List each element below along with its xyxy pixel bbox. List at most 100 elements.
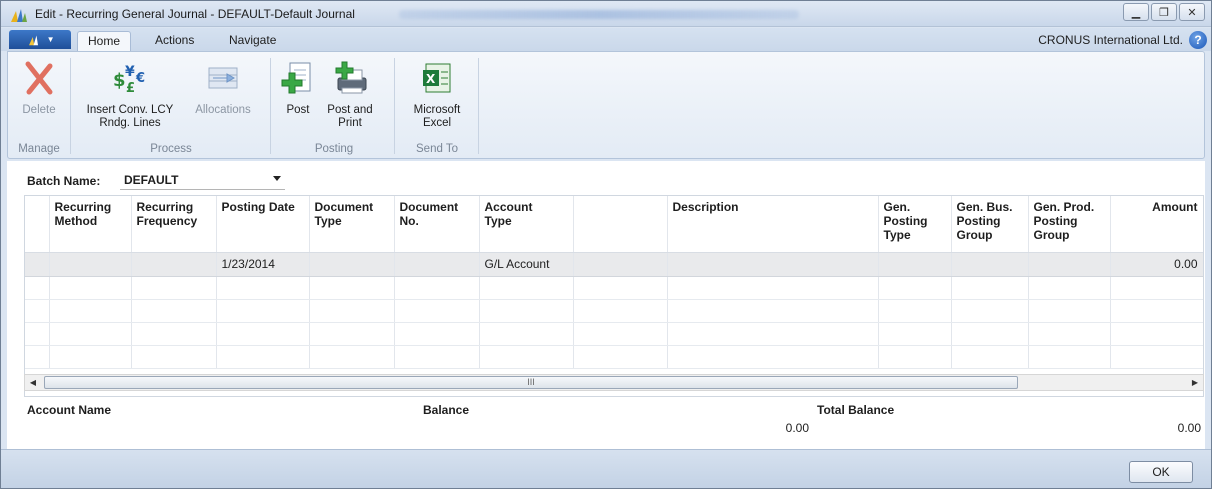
column-header[interactable]: Description <box>667 196 879 253</box>
table-cell[interactable] <box>573 322 668 346</box>
table-cell[interactable] <box>131 322 217 346</box>
horizontal-scrollbar[interactable]: ◀ III ▶ <box>24 374 1204 391</box>
column-header[interactable]: Document Type <box>309 196 395 253</box>
ok-button[interactable]: OK <box>1129 461 1193 483</box>
table-cell[interactable] <box>394 252 480 277</box>
table-row[interactable] <box>25 345 1203 369</box>
table-cell[interactable] <box>394 322 480 346</box>
column-header[interactable]: Amount <box>1110 196 1203 253</box>
dropdown-arrow-icon[interactable] <box>273 176 281 181</box>
table-cell[interactable] <box>479 322 574 346</box>
column-header[interactable]: Gen. Posting Type <box>878 196 952 253</box>
table-cell[interactable] <box>878 252 952 277</box>
table-cell[interactable]: G/L Account <box>479 252 574 277</box>
table-cell[interactable] <box>131 252 217 277</box>
column-header[interactable]: Posting Date <box>216 196 310 253</box>
column-header[interactable]: Document No. <box>394 196 480 253</box>
scroll-right-arrow-icon[interactable]: ▶ <box>1187 375 1203 390</box>
table-cell[interactable] <box>49 345 132 369</box>
table-cell[interactable] <box>216 299 310 323</box>
table-row[interactable] <box>25 322 1203 346</box>
column-header[interactable]: Recurring Method <box>49 196 132 253</box>
table-cell[interactable] <box>1028 322 1111 346</box>
table-cell[interactable] <box>131 276 217 300</box>
table-cell[interactable] <box>49 276 132 300</box>
table-row[interactable] <box>25 276 1203 300</box>
tab-home[interactable]: Home <box>77 31 132 51</box>
table-cell[interactable] <box>1028 299 1111 323</box>
row-selector[interactable] <box>25 322 50 346</box>
post-and-print-button[interactable]: Post and Print <box>320 60 380 130</box>
row-selector[interactable] <box>25 276 50 300</box>
column-header[interactable] <box>573 196 668 253</box>
row-selector[interactable] <box>25 252 50 277</box>
column-header[interactable]: Gen. Bus. Posting Group <box>951 196 1029 253</box>
table-cell[interactable] <box>309 345 395 369</box>
tab-navigate[interactable]: Navigate <box>219 31 286 51</box>
scroll-left-arrow-icon[interactable]: ◀ <box>25 375 41 390</box>
table-cell[interactable] <box>1110 322 1203 346</box>
table-cell[interactable] <box>1110 276 1203 300</box>
table-cell[interactable] <box>216 322 310 346</box>
insert-conv-lcy-rndg-lines-button[interactable]: $ ¥ £ € Insert Conv. LCY Rndg. Lines <box>78 60 182 130</box>
table-cell[interactable] <box>479 345 574 369</box>
table-cell[interactable] <box>394 276 480 300</box>
tab-actions[interactable]: Actions <box>145 31 204 51</box>
table-cell[interactable] <box>49 322 132 346</box>
post-button[interactable]: Post <box>278 60 318 117</box>
table-cell[interactable] <box>479 299 574 323</box>
column-header[interactable]: Recurring Frequency <box>131 196 217 253</box>
table-cell[interactable] <box>1028 276 1111 300</box>
table-cell[interactable] <box>309 276 395 300</box>
table-cell[interactable] <box>49 299 132 323</box>
table-cell[interactable] <box>951 345 1029 369</box>
allocations-button[interactable]: Allocations <box>184 60 262 117</box>
table-cell[interactable]: 0.00 <box>1110 252 1203 277</box>
table-cell[interactable] <box>878 299 952 323</box>
table-cell[interactable] <box>878 322 952 346</box>
table-cell[interactable] <box>49 252 132 277</box>
microsoft-excel-button[interactable]: X Microsoft Excel <box>402 60 472 130</box>
table-cell[interactable] <box>309 252 395 277</box>
table-cell[interactable] <box>1110 345 1203 369</box>
table-cell[interactable] <box>667 276 879 300</box>
table-cell[interactable] <box>394 345 480 369</box>
table-cell[interactable] <box>309 322 395 346</box>
table-cell[interactable] <box>667 299 879 323</box>
table-cell[interactable]: 1/23/2014 <box>216 252 310 277</box>
table-cell[interactable] <box>309 299 395 323</box>
scrollbar-thumb[interactable]: III <box>44 376 1018 389</box>
table-cell[interactable] <box>951 322 1029 346</box>
table-cell[interactable] <box>479 276 574 300</box>
table-cell[interactable] <box>394 299 480 323</box>
column-header[interactable]: Gen. Prod. Posting Group <box>1028 196 1111 253</box>
close-button[interactable]: ✕ <box>1179 3 1205 21</box>
table-cell[interactable] <box>131 299 217 323</box>
table-cell[interactable] <box>951 276 1029 300</box>
table-cell[interactable] <box>667 345 879 369</box>
table-cell[interactable] <box>951 299 1029 323</box>
table-cell[interactable] <box>1110 299 1203 323</box>
minimize-button[interactable]: ▁ <box>1123 3 1149 21</box>
batch-name-dropdown[interactable]: DEFAULT <box>120 171 285 190</box>
table-cell[interactable] <box>667 322 879 346</box>
row-selector[interactable] <box>25 299 50 323</box>
table-cell[interactable] <box>131 345 217 369</box>
table-cell[interactable] <box>573 299 668 323</box>
table-cell[interactable] <box>573 252 668 277</box>
table-cell[interactable] <box>573 276 668 300</box>
restore-button[interactable]: ❐ <box>1151 3 1177 21</box>
column-header[interactable]: Account Type <box>479 196 574 253</box>
table-row[interactable] <box>25 299 1203 323</box>
help-icon[interactable]: ? <box>1189 31 1207 49</box>
table-cell[interactable] <box>878 345 952 369</box>
table-cell[interactable] <box>573 345 668 369</box>
table-cell[interactable] <box>878 276 952 300</box>
table-cell[interactable] <box>216 276 310 300</box>
application-menu-button[interactable]: ▼ <box>9 30 71 49</box>
row-selector[interactable] <box>25 345 50 369</box>
table-row[interactable]: 1/23/2014 G/L Account 0.00 <box>25 252 1203 277</box>
table-cell[interactable] <box>1028 252 1111 277</box>
delete-button[interactable]: Delete <box>14 60 64 117</box>
table-cell[interactable] <box>216 345 310 369</box>
